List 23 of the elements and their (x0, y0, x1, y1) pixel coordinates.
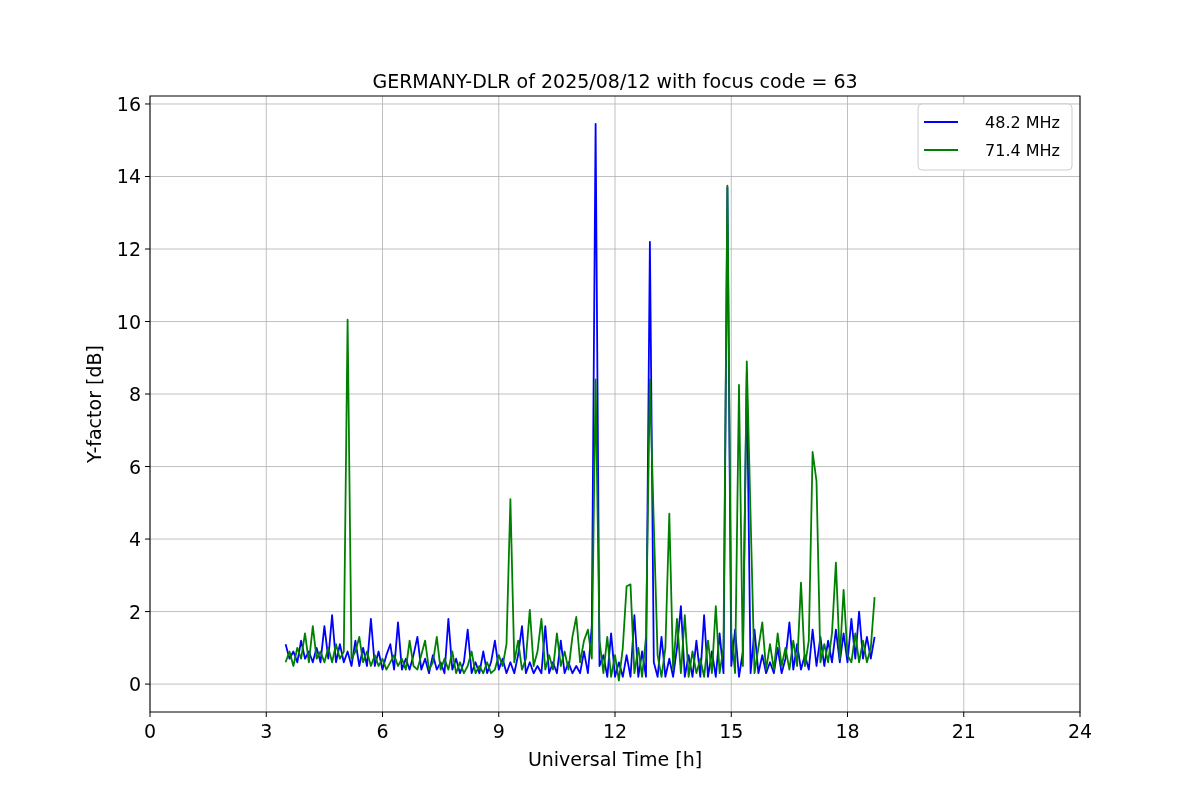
x-tick-label: 18 (835, 720, 860, 742)
x-tick-label: 9 (492, 720, 505, 742)
y-tick-label: 8 (128, 383, 141, 406)
y-tick-label: 14 (116, 165, 141, 188)
x-axis-label: Universal Time [h] (527, 748, 703, 770)
x-tick-label: 21 (951, 720, 976, 742)
chart-title: GERMANY-DLR of 2025/08/12 with focus code = 63 (372, 70, 858, 92)
x-tick-label: 15 (719, 720, 744, 742)
x-tick-label: 12 (602, 720, 628, 742)
y-tick-label: 4 (128, 528, 141, 551)
x-tick-label: 24 (1067, 720, 1093, 742)
y-tick-label: 16 (116, 93, 141, 115)
x-tick-label: 0 (143, 720, 157, 742)
y-tick-label: 0 (128, 673, 141, 696)
x-tick-label: 3 (260, 720, 273, 742)
y-tick-label: 10 (116, 310, 141, 333)
y-tick-label: 2 (128, 600, 141, 623)
y-tick-label: 6 (128, 455, 141, 478)
legend-label: 71.4 MHz (985, 141, 1060, 160)
x-tick-label: 6 (376, 720, 389, 742)
y-tick-label: 12 (116, 238, 141, 260)
y-axis-label: Y-factor [dB] (83, 345, 105, 463)
legend-label: 48.2 MHz (985, 113, 1060, 132)
